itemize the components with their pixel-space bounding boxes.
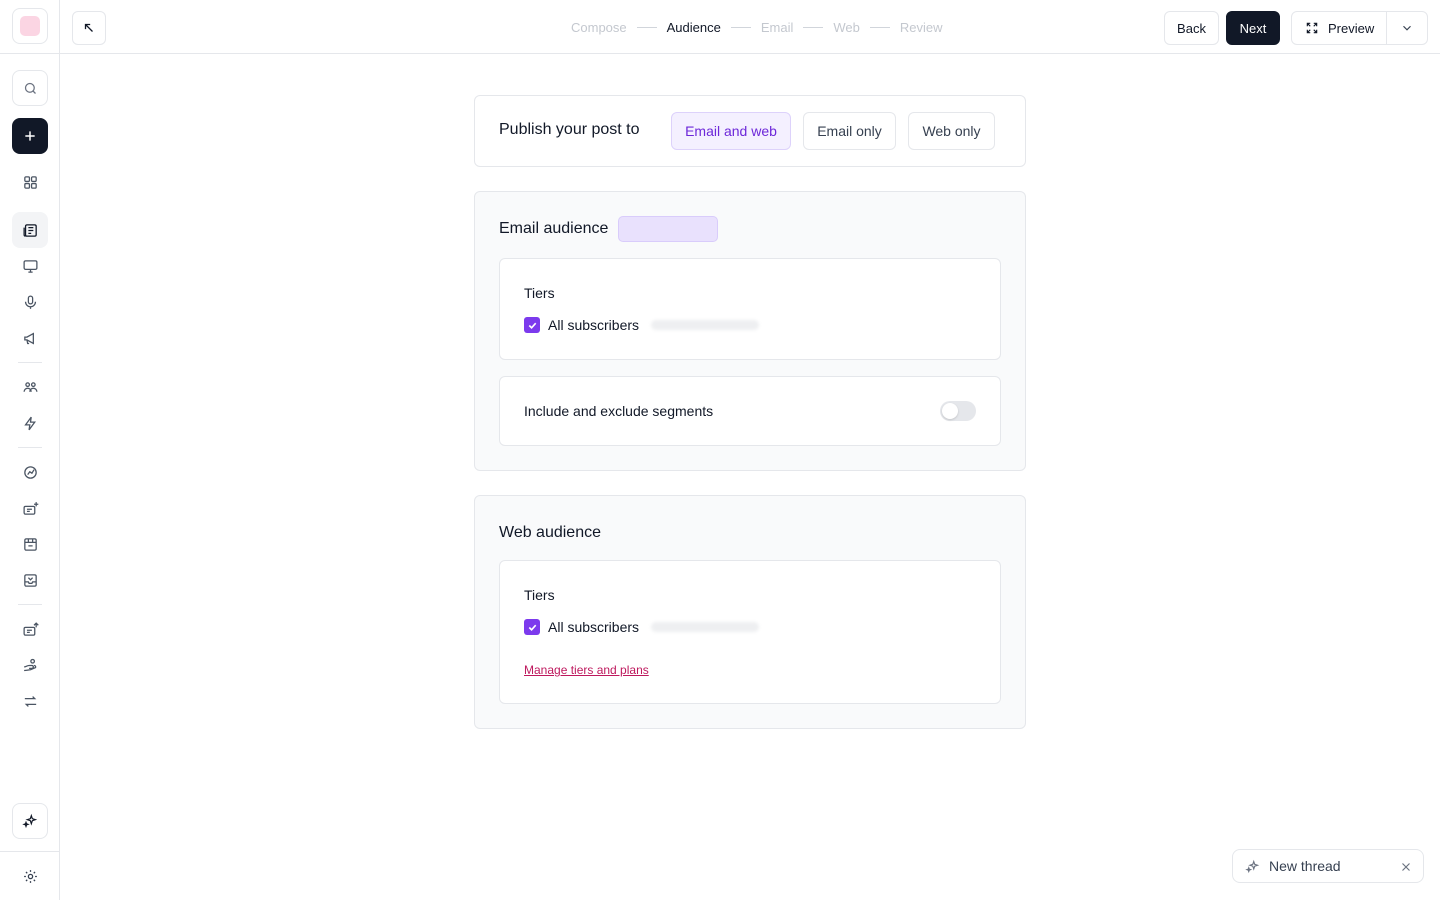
arrow-up-left-icon bbox=[84, 23, 93, 32]
subscriber-count bbox=[651, 320, 760, 330]
manage-tiers-link[interactable]: Manage tiers and plans bbox=[524, 663, 649, 677]
check-icon bbox=[528, 322, 536, 329]
all-subscribers-checkbox[interactable] bbox=[524, 619, 540, 635]
all-subscribers-row[interactable]: All subscribers bbox=[524, 619, 760, 635]
audience-button[interactable] bbox=[12, 369, 48, 405]
export-button[interactable] bbox=[12, 611, 48, 647]
web-audience-section: Web audience Tiers All subscribers Manag… bbox=[474, 495, 1026, 729]
store-icon bbox=[23, 537, 37, 551]
step-progress: Compose Audience Email Web Review bbox=[571, 0, 943, 54]
ai-assistant-button[interactable] bbox=[12, 803, 48, 839]
analytics-button[interactable] bbox=[12, 454, 48, 490]
all-subscribers-checkbox[interactable] bbox=[524, 317, 540, 333]
toggle-knob bbox=[942, 403, 958, 419]
plus-icon bbox=[25, 131, 35, 141]
sidebar-divider bbox=[18, 604, 42, 605]
check-icon bbox=[528, 624, 536, 631]
subscribe-forms-button[interactable] bbox=[12, 490, 48, 526]
sidebar-divider bbox=[0, 851, 59, 852]
search-button[interactable] bbox=[12, 70, 48, 106]
posts-icon bbox=[22, 223, 37, 237]
logo-mark bbox=[20, 16, 40, 36]
inbox-icon bbox=[23, 573, 37, 587]
preview-options-button[interactable] bbox=[1387, 12, 1427, 44]
all-subscribers-label: All subscribers bbox=[548, 619, 640, 635]
option-email-and-web[interactable]: Email and web bbox=[671, 112, 791, 150]
sidebar bbox=[0, 0, 60, 900]
preview-button-group: Preview bbox=[1291, 11, 1428, 45]
email-audience-section: Email audience Tiers All subscribers Inc… bbox=[474, 191, 1026, 471]
step-audience[interactable]: Audience bbox=[667, 20, 721, 35]
close-icon[interactable] bbox=[1399, 860, 1413, 874]
segments-toggle[interactable] bbox=[940, 401, 976, 421]
sidebar-divider bbox=[18, 447, 42, 448]
settings-button[interactable] bbox=[12, 858, 48, 894]
publish-destination-card: Publish your post to Email and web Email… bbox=[474, 95, 1026, 167]
subscriber-count bbox=[651, 622, 760, 632]
users-icon bbox=[22, 381, 38, 392]
step-connector bbox=[803, 26, 824, 28]
chevron-down-icon bbox=[1403, 25, 1411, 31]
repeat-icon bbox=[24, 695, 36, 707]
podcast-button[interactable] bbox=[12, 284, 48, 320]
preview-label: Preview bbox=[1328, 20, 1375, 36]
workspace-logo[interactable] bbox=[12, 8, 48, 44]
back-button[interactable]: Back bbox=[1164, 11, 1219, 45]
email-audience-title: Email audience bbox=[499, 220, 609, 237]
email-tiers-panel: Tiers All subscribers bbox=[499, 258, 1001, 360]
integrations-button[interactable] bbox=[12, 683, 48, 719]
megaphone-icon bbox=[23, 331, 34, 345]
tiers-label: Tiers bbox=[524, 285, 555, 301]
tiers-label: Tiers bbox=[524, 587, 555, 603]
automations-button[interactable] bbox=[12, 405, 48, 441]
web-tiers-panel: Tiers All subscribers Manage tiers and p… bbox=[499, 560, 1001, 704]
all-subscribers-label: All subscribers bbox=[548, 317, 640, 333]
create-button[interactable] bbox=[12, 118, 48, 154]
sidebar-divider bbox=[0, 53, 59, 54]
next-button[interactable]: Next bbox=[1226, 11, 1280, 45]
website-button[interactable] bbox=[12, 248, 48, 284]
step-connector bbox=[869, 26, 890, 28]
all-subscribers-row[interactable]: All subscribers bbox=[524, 317, 760, 333]
sparkles-icon bbox=[22, 813, 38, 829]
option-email-only[interactable]: Email only bbox=[803, 112, 896, 150]
step-review[interactable]: Review bbox=[900, 20, 943, 35]
dashboard-button[interactable] bbox=[12, 164, 48, 200]
export-icon bbox=[22, 621, 39, 636]
step-connector bbox=[636, 26, 657, 28]
new-thread-label: New thread bbox=[1269, 858, 1341, 874]
step-web[interactable]: Web bbox=[833, 20, 860, 35]
handshake-icon bbox=[23, 658, 36, 671]
segments-label: Include and exclude segments bbox=[524, 403, 714, 419]
partnerships-button[interactable] bbox=[12, 647, 48, 683]
subscribe-icon bbox=[22, 501, 38, 515]
shop-button[interactable] bbox=[12, 526, 48, 562]
gear-icon bbox=[23, 869, 37, 883]
lightning-icon bbox=[23, 416, 36, 430]
ads-button[interactable] bbox=[12, 320, 48, 356]
publish-label: Publish your post to bbox=[499, 121, 640, 138]
posts-button[interactable] bbox=[12, 212, 48, 248]
preview-button[interactable]: Preview bbox=[1292, 12, 1387, 44]
step-compose[interactable]: Compose bbox=[571, 20, 627, 35]
step-connector bbox=[730, 26, 751, 28]
segments-panel: Include and exclude segments bbox=[499, 376, 1001, 446]
analytics-icon bbox=[23, 465, 37, 479]
recipient-count-badge bbox=[618, 216, 718, 242]
new-thread-chip[interactable]: New thread bbox=[1232, 849, 1424, 883]
web-audience-title: Web audience bbox=[499, 524, 601, 541]
exit-editor-button[interactable] bbox=[72, 11, 106, 45]
option-web-only[interactable]: Web only bbox=[908, 112, 995, 150]
sparkles-icon bbox=[1245, 859, 1260, 873]
expand-icon bbox=[1306, 22, 1318, 34]
step-email[interactable]: Email bbox=[761, 20, 794, 35]
sidebar-divider bbox=[18, 362, 42, 363]
microphone-icon bbox=[24, 294, 36, 309]
top-bar: Compose Audience Email Web Review Back N… bbox=[60, 0, 1440, 54]
monitor-icon bbox=[22, 259, 38, 273]
grid-icon bbox=[23, 175, 37, 189]
inbox-button[interactable] bbox=[12, 562, 48, 598]
search-icon bbox=[24, 82, 36, 94]
